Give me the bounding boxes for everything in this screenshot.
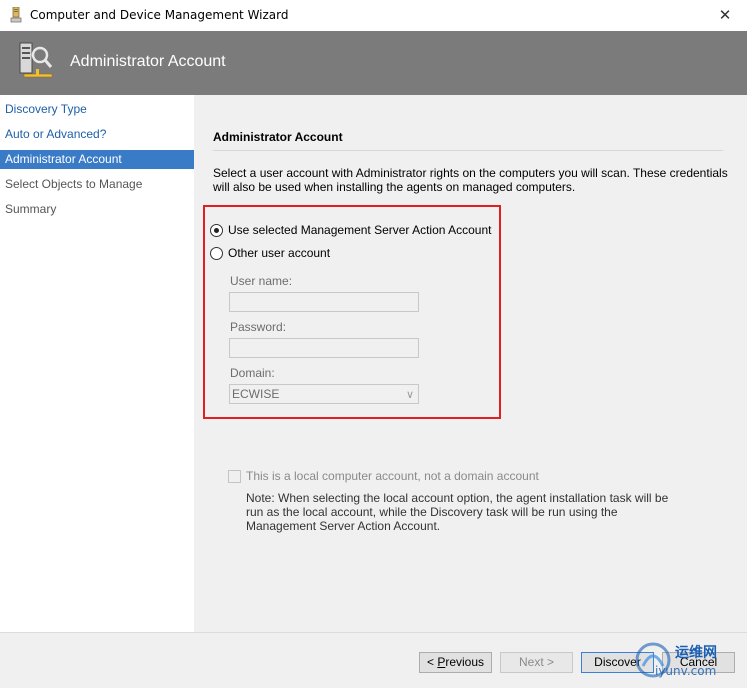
local-account-checkbox[interactable] [228, 469, 241, 483]
nav-item-auto-or-advanced[interactable]: Auto or Advanced? [0, 125, 194, 144]
username-label: User name: [230, 274, 293, 288]
password-input[interactable] [229, 338, 419, 358]
domain-select[interactable]: ECWISE ∨ [229, 384, 419, 404]
window-titlebar: Computer and Device Management Wizard ✕ [0, 0, 747, 31]
nav-item-discovery-type[interactable]: Discovery Type [0, 100, 194, 119]
previous-button-rest: revious [445, 655, 485, 669]
radio-button-unchecked[interactable] [210, 246, 223, 260]
section-divider [213, 150, 723, 151]
nav-item-select-objects: Select Objects to Manage [5, 177, 143, 191]
previous-button-prefix: < [426, 655, 438, 669]
password-label: Password: [230, 320, 287, 334]
wizard-footer: < Previous Next > Discover Cancel 运维网 iy… [0, 632, 747, 688]
note-text: Note: When selecting the local account o… [246, 491, 669, 533]
close-icon[interactable]: ✕ [711, 4, 739, 26]
radio-button-checked[interactable] [210, 223, 223, 237]
computer-discovery-icon [19, 42, 53, 78]
radio-label-use-action-account: Use selected Management Server Action Ac… [228, 223, 492, 237]
main-content: Administrator Account Select a user acco… [194, 95, 747, 632]
chevron-down-icon[interactable]: ∨ [406, 386, 414, 404]
window-title: Computer and Device Management Wizard [30, 8, 289, 22]
wizard-steps-sidebar: Discovery Type Auto or Advanced? Adminis… [0, 95, 194, 632]
radio-label-other-user: Other user account [228, 246, 331, 260]
header-banner: Administrator Account [0, 31, 747, 95]
watermark-text-cn: 运维网 [675, 645, 717, 661]
radio-use-action-account[interactable]: Use selected Management Server Action Ac… [210, 222, 491, 238]
username-input[interactable] [229, 292, 419, 312]
local-account-checkbox-row[interactable]: This is a local computer account, not a … [228, 469, 539, 483]
wizard-app-icon [10, 7, 22, 23]
nav-item-summary: Summary [5, 202, 57, 216]
local-account-checkbox-label: This is a local computer account, not a … [246, 469, 539, 483]
radio-other-user-account[interactable]: Other user account [210, 245, 330, 261]
page-heading: Administrator Account [70, 53, 226, 70]
section-title: Administrator Account [213, 130, 343, 144]
watermark-text-url: iyunv.com [655, 664, 717, 678]
site-watermark: 运维网 iyunv.com [633, 640, 741, 684]
domain-label: Domain: [230, 366, 275, 380]
description-text: Select a user account with Administrator… [213, 166, 728, 194]
next-button: Next > [500, 652, 573, 673]
domain-selected-value: ECWISE [232, 387, 280, 401]
nav-item-administrator-account[interactable]: Administrator Account [0, 150, 194, 169]
previous-button[interactable]: < Previous [419, 652, 492, 673]
